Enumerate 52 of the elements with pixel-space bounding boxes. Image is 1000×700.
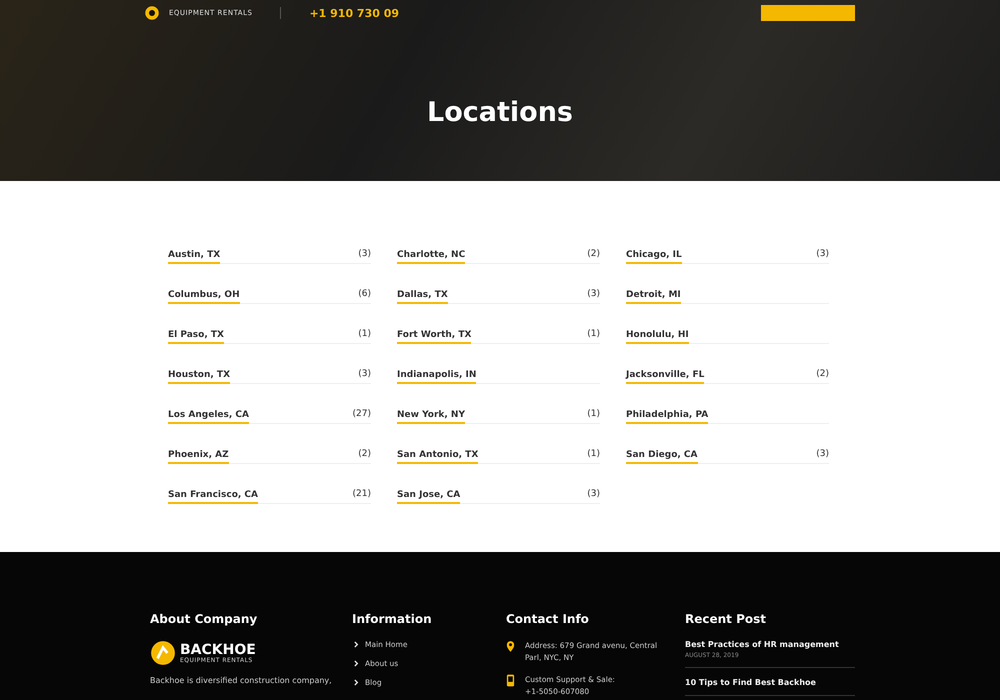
page-title: Locations bbox=[426, 96, 574, 128]
location-count: (21) bbox=[352, 489, 371, 501]
location-link[interactable]: Philadelphia, PA bbox=[626, 410, 708, 424]
logo-name: BACKHOE bbox=[180, 642, 256, 656]
location-count: (1) bbox=[587, 329, 600, 341]
location-count: (2) bbox=[816, 369, 829, 381]
chevron-icon bbox=[354, 641, 359, 648]
phone-number: +1 910 730 09 bbox=[309, 6, 400, 20]
location-count: (3) bbox=[816, 449, 829, 461]
location-link[interactable]: Houston, TX bbox=[168, 370, 230, 384]
location-count: (6) bbox=[358, 289, 371, 301]
location-link[interactable]: El Paso, TX bbox=[168, 330, 224, 344]
footer-heading: About Company bbox=[150, 612, 258, 626]
location-link[interactable]: Los Angeles, CA bbox=[168, 410, 249, 424]
location-count: (1) bbox=[587, 409, 600, 421]
location-count: (1) bbox=[587, 449, 600, 461]
location-count: (3) bbox=[587, 489, 600, 501]
location-link[interactable]: New York, NY bbox=[397, 410, 465, 424]
location-link[interactable]: San Francisco, CA bbox=[168, 490, 258, 504]
location-link[interactable]: Fort Worth, TX bbox=[397, 330, 472, 344]
location-link[interactable]: Austin, TX bbox=[168, 250, 220, 264]
location-link[interactable]: San Antonio, TX bbox=[397, 450, 478, 464]
location-link[interactable]: Indianapolis, IN bbox=[397, 370, 476, 384]
footer-heading: Recent Post bbox=[685, 612, 768, 626]
location-link[interactable]: Phoenix, AZ bbox=[168, 450, 229, 464]
location-link[interactable]: Detroit, MI bbox=[626, 290, 681, 304]
location-count: (3) bbox=[358, 369, 371, 381]
location-link[interactable]: San Jose, CA bbox=[397, 490, 460, 504]
location-link[interactable]: Columbus, OH bbox=[168, 290, 240, 304]
location-count: (27) bbox=[352, 409, 371, 421]
mobile-phone-icon bbox=[506, 674, 515, 687]
location-count: (1) bbox=[358, 329, 371, 341]
location-count: (3) bbox=[587, 289, 600, 301]
chevron-icon bbox=[354, 679, 359, 686]
location-link[interactable]: Honolulu, HI bbox=[626, 330, 689, 344]
location-link[interactable]: Charlotte, NC bbox=[397, 250, 466, 264]
location-count: (2) bbox=[587, 249, 600, 261]
location-link[interactable]: San Diego, CA bbox=[626, 450, 698, 464]
location-link[interactable]: Dallas, TX bbox=[397, 290, 448, 304]
location-count: (2) bbox=[358, 449, 371, 461]
location-count: (3) bbox=[816, 249, 829, 261]
footer-heading: Information bbox=[352, 612, 433, 626]
map-pin-icon bbox=[506, 640, 515, 653]
post-link[interactable]: Best Practices of HR management bbox=[685, 640, 855, 649]
post-link[interactable]: 10 Tips to Find Best Backhoe bbox=[685, 678, 855, 687]
chevron-icon bbox=[354, 660, 359, 667]
location-link[interactable]: Chicago, IL bbox=[626, 250, 682, 264]
header-button[interactable] bbox=[761, 5, 855, 21]
location-count: (3) bbox=[358, 249, 371, 261]
footer-heading: Contact Info bbox=[506, 612, 590, 626]
about-text: Backhoe is diversified construction company, bbox=[150, 676, 333, 685]
location-link[interactable]: Jacksonville, FL bbox=[626, 370, 704, 384]
